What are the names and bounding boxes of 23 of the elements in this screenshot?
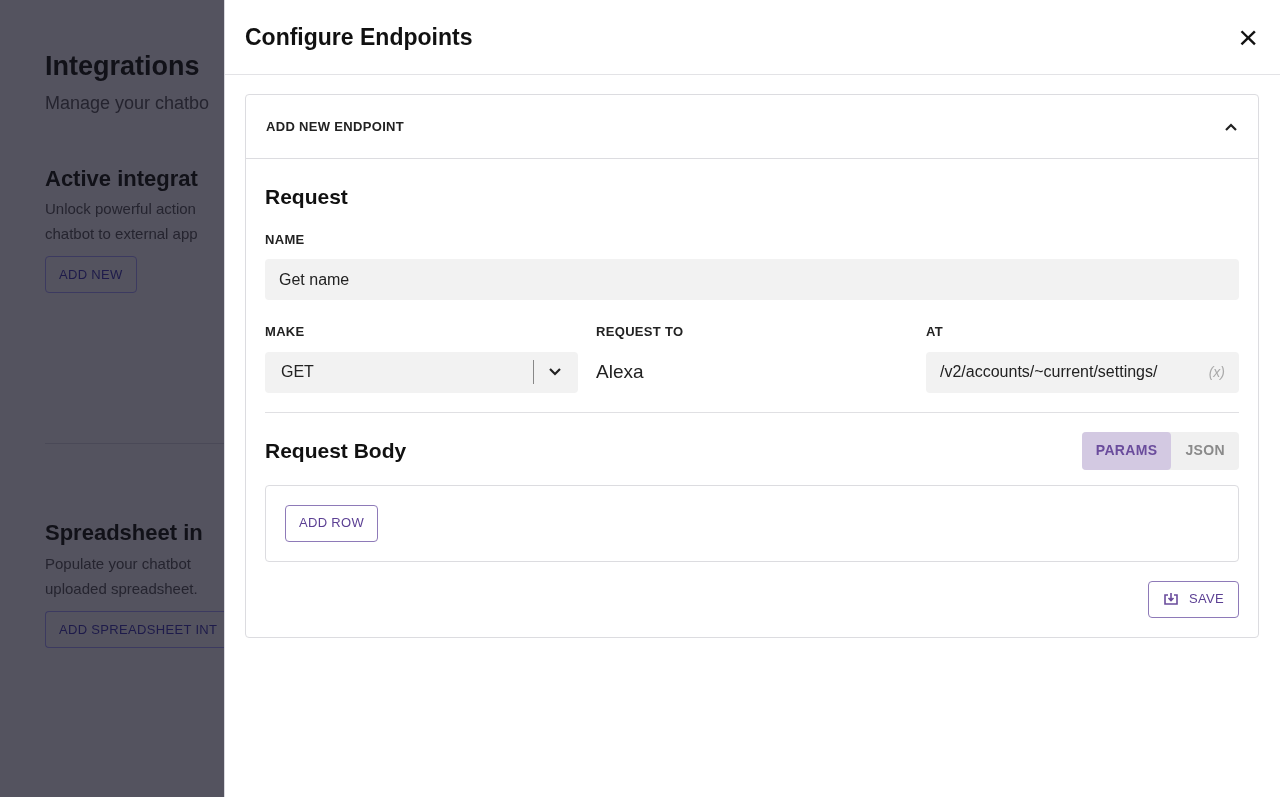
save-button[interactable]: SAVE [1147,580,1239,618]
field-label: REQUEST TO [596,323,685,341]
field-label: NAME [265,230,306,249]
url-field[interactable]: /v2/accounts/~current/settings/ (x) [926,351,1239,393]
field-label: MAKE [265,323,306,341]
card-header-title: ADD NEW ENDPOINT [266,117,405,136]
close-button[interactable]: × [1238,20,1258,54]
drawer-title: Configure Endpoints [245,22,473,52]
field-label: AT [926,323,944,341]
name-field[interactable]: Get name [265,259,1239,300]
chevron-up-icon [1224,121,1238,132]
download-icon [1162,592,1179,606]
page-title: Integrations [45,50,201,83]
target-text: Alexa [596,359,645,384]
section-title: Request Body [265,437,407,464]
card-header[interactable]: ADD NEW ENDPOINT [246,95,1258,159]
section-title: Request [265,184,349,210]
method-select[interactable]: GET [265,351,578,393]
section-title: Active integrat [45,164,199,193]
chevron-down-icon [548,367,562,377]
tab[interactable]: PARAMS [1081,431,1172,470]
add-row-button[interactable]: ADD ROW [285,504,379,542]
section-title: Spreadsheet in [45,519,204,547]
